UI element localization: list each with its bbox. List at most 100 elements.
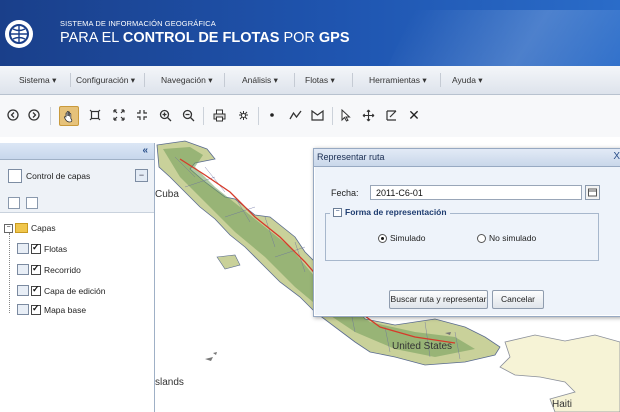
menu-ayuda[interactable]: Ayuda ▾ <box>452 75 483 86</box>
expand-all-icon[interactable] <box>8 197 20 209</box>
close-icon[interactable]: X <box>613 151 620 162</box>
header-title-mid: POR <box>279 30 319 46</box>
globe-logo-icon <box>5 20 33 48</box>
menu-flotas[interactable]: Flotas ▾ <box>305 75 335 86</box>
radio-selected-icon[interactable] <box>378 233 387 243</box>
menu-separator <box>294 73 295 87</box>
app-header: SISTEMA DE INFORMACIÓN GEOGRÁFICA PARA E… <box>0 0 620 66</box>
map-label-haiti: Haiti <box>552 399 573 410</box>
menu-bar: Sistema ▾ Configuración ▾ Navegación ▾ A… <box>0 66 620 95</box>
calendar-icon[interactable] <box>585 185 600 200</box>
map-toolbar: ✕ <box>0 95 620 137</box>
draw-line-icon[interactable] <box>286 106 304 124</box>
fit-extent-icon[interactable] <box>133 106 151 124</box>
tree-root-capas[interactable]: − Capas <box>4 223 56 233</box>
minimize-button[interactable]: − <box>135 169 148 182</box>
toolbar-separator <box>203 107 204 125</box>
toolbar-separator <box>258 107 259 125</box>
delete-icon[interactable]: ✕ <box>405 106 423 124</box>
header-title-prefix: PARA EL <box>60 30 123 46</box>
layer-item-recorrido[interactable]: Recorrido <box>17 263 81 275</box>
menu-sistema[interactable]: Sistema ▾ <box>19 75 56 86</box>
header-title-bold: CONTROL DE FLOTAS <box>122 30 280 46</box>
zoom-next-icon[interactable] <box>25 106 43 124</box>
layer-control-title: Control de capas <box>26 171 91 181</box>
layer-label: Flotas <box>44 243 68 254</box>
dialog-title: Representar ruta <box>317 152 385 162</box>
radio-no-simulado-label: No simulado <box>489 233 537 243</box>
menu-separator <box>352 73 353 87</box>
zoom-in-nav-icon[interactable] <box>4 106 22 124</box>
zoom-in-icon[interactable] <box>156 106 174 124</box>
buscar-ruta-button[interactable]: Buscar ruta y representar <box>389 290 488 309</box>
full-extent-icon[interactable] <box>110 106 128 124</box>
radio-simulado-label: Simulado <box>390 233 426 243</box>
pan-hand-icon[interactable] <box>59 106 79 126</box>
folder-icon <box>15 223 28 233</box>
layer-control-icon <box>8 169 22 183</box>
radio-simulado[interactable]: Simulado <box>378 233 425 243</box>
menu-separator <box>440 73 441 87</box>
header-subtitle: SISTEMA DE INFORMACIÓN GEOGRÁFICA <box>60 19 216 28</box>
layer-icon <box>17 243 29 254</box>
collapse-all-icon[interactable] <box>26 197 38 209</box>
layer-icon <box>17 304 29 315</box>
cancel-button[interactable]: Cancelar <box>492 290 544 309</box>
tree-toggle-icon[interactable]: − <box>4 223 13 233</box>
menu-separator <box>144 73 145 87</box>
representar-ruta-dialog: Representar ruta X Fecha: 2011-C6-01 − F… <box>313 148 620 317</box>
layer-checkbox[interactable] <box>31 242 41 254</box>
map-label-united-states: United States <box>392 341 453 352</box>
layer-icon <box>17 264 29 275</box>
layer-checkbox[interactable] <box>31 263 41 275</box>
dialog-header: Representar ruta X <box>314 149 620 167</box>
layer-item-mapa-base[interactable]: Mapa base <box>17 303 87 315</box>
menu-navegacion[interactable]: Navegación ▾ <box>161 75 213 86</box>
section-title: Forma de representación <box>345 207 447 217</box>
menu-analisis[interactable]: Análisis ▾ <box>242 75 278 86</box>
draw-polygon-icon[interactable] <box>308 106 326 124</box>
tree-root-label: Capas <box>31 223 56 233</box>
print-icon[interactable] <box>210 106 228 124</box>
header-title-end: GPS <box>318 30 350 46</box>
header-decoration <box>386 10 620 66</box>
edit-geometry-icon[interactable] <box>382 106 400 124</box>
layer-checkbox[interactable] <box>31 284 41 296</box>
dialog-body: Fecha: 2011-C6-01 − Forma de representac… <box>315 167 620 315</box>
select-arrow-icon[interactable] <box>336 106 354 124</box>
layer-item-capa-edicion[interactable]: Capa de edición <box>17 284 106 296</box>
menu-configuracion[interactable]: Configuración ▾ <box>76 75 135 86</box>
radio-no-simulado[interactable]: No simulado <box>477 233 536 243</box>
menu-herramientas[interactable]: Herramientas ▾ <box>369 75 427 86</box>
menu-separator <box>70 73 71 87</box>
move-icon[interactable] <box>359 106 377 124</box>
radio-unselected-icon[interactable] <box>477 233 486 243</box>
map-label-islands: slands <box>155 377 184 388</box>
section-toggle-icon[interactable]: − <box>333 207 342 217</box>
layer-label: Recorrido <box>44 264 81 275</box>
panel-header: « <box>0 143 154 160</box>
layer-item-flotas[interactable]: Flotas <box>17 242 68 254</box>
islet <box>205 352 217 361</box>
zoom-out-icon[interactable] <box>179 106 197 124</box>
fecha-label: Fecha: <box>331 188 359 198</box>
layer-control: Control de capas − <box>0 160 154 213</box>
fecha-field[interactable]: 2011-C6-01 <box>370 185 582 200</box>
menu-separator <box>224 73 225 87</box>
island-juventud <box>216 254 241 270</box>
collapse-panel-icon[interactable]: « <box>142 145 148 156</box>
representation-fieldset <box>325 213 599 261</box>
layer-panel: « Control de capas − − Capas Flotas Reco… <box>0 143 155 412</box>
layer-checkbox[interactable] <box>31 303 41 315</box>
measure-icon[interactable] <box>234 106 252 124</box>
layer-label: Capa de edición <box>44 285 106 296</box>
toolbar-separator <box>50 107 51 125</box>
layer-label: Mapa base <box>44 304 87 315</box>
tree-connector <box>9 233 10 313</box>
map-label-cuba: Cuba <box>155 189 179 200</box>
zoom-box-icon[interactable] <box>86 106 104 124</box>
representation-legend: − Forma de representación <box>330 207 450 217</box>
layer-icon <box>17 285 29 296</box>
toolbar-separator <box>332 107 333 125</box>
draw-point-icon[interactable] <box>263 106 281 124</box>
